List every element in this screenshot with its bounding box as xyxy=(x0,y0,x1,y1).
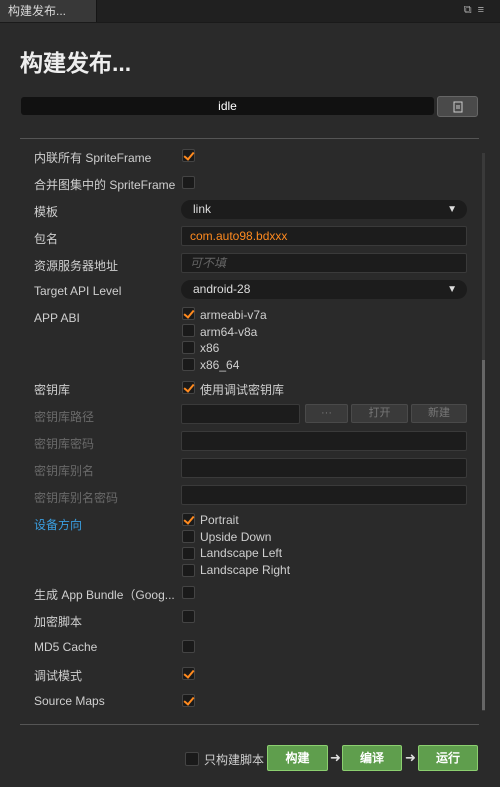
use-debug-keystore-label: 使用调试密钥库 xyxy=(200,383,285,397)
divider-top xyxy=(20,138,479,139)
debug-mode-label: 调试模式 xyxy=(34,669,83,683)
app-bundle-checkbox[interactable] xyxy=(182,586,195,599)
resource-server-label: 资源服务器地址 xyxy=(34,259,119,273)
keystore-alias-password-input[interactable] xyxy=(181,485,467,505)
source-maps-label: Source Maps xyxy=(34,694,105,708)
restore-icon[interactable]: ⧉ xyxy=(464,4,478,16)
source-maps-checkbox[interactable] xyxy=(182,694,195,707)
document-icon xyxy=(453,101,462,112)
build-button[interactable]: 构建 xyxy=(267,745,328,771)
page-title: 构建发布... xyxy=(20,50,132,76)
dropdown-arrow-icon: ▼ xyxy=(447,284,457,295)
orientation-landscape-right-checkbox[interactable] xyxy=(182,564,195,577)
keystore-label: 密钥库 xyxy=(34,383,71,397)
abi-x86-64-checkbox[interactable] xyxy=(182,358,195,371)
keystore-browse-button[interactable]: ··· xyxy=(305,404,348,423)
orientation-landscape-left-label: Landscape Left xyxy=(200,546,283,560)
abi-arm64-v8a-checkbox[interactable] xyxy=(182,324,195,337)
open-build-folder-button[interactable] xyxy=(437,96,478,117)
md5-cache-label: MD5 Cache xyxy=(34,640,98,654)
menu-icon[interactable]: ≡ xyxy=(478,4,490,16)
keystore-alias-password-label: 密钥库别名密码 xyxy=(34,491,119,505)
compile-button[interactable]: 编译 xyxy=(342,745,402,771)
inline-spriteframe-label: 内联所有 SpriteFrame xyxy=(34,151,152,165)
abi-x86-checkbox[interactable] xyxy=(182,341,195,354)
keystore-path-label: 密钥库路径 xyxy=(34,410,95,424)
keystore-path-input[interactable] xyxy=(181,404,300,424)
dropdown-arrow-icon: ▼ xyxy=(447,204,457,215)
panel-window-icons: ⧉≡ xyxy=(464,4,490,17)
abi-x86-label: x86 xyxy=(200,341,220,355)
run-button[interactable]: 运行 xyxy=(418,745,478,771)
divider-bottom xyxy=(20,724,479,725)
target-api-select[interactable]: android-28 ▼ xyxy=(181,280,467,299)
template-value: link xyxy=(193,202,212,216)
orientation-portrait-checkbox[interactable] xyxy=(182,513,195,526)
panel-tab-bar: 构建发布... ⧉≡ xyxy=(0,0,500,23)
app-bundle-label: 生成 App Bundle（Goog... xyxy=(34,588,175,602)
orientation-landscape-right-label: Landscape Right xyxy=(200,563,291,577)
orientation-label: 设备方向 xyxy=(34,518,83,532)
build-script-only-label: 只构建脚本 xyxy=(204,753,265,767)
scrollbar-thumb[interactable] xyxy=(482,360,485,710)
merge-atlas-label: 合并图集中的 SpriteFrame xyxy=(34,178,176,192)
merge-atlas-checkbox[interactable] xyxy=(182,176,195,189)
app-abi-label: APP ABI xyxy=(34,311,80,325)
package-name-label: 包名 xyxy=(34,232,59,246)
md5-cache-checkbox[interactable] xyxy=(182,640,195,653)
orientation-upside-down-label: Upside Down xyxy=(200,530,272,544)
encrypt-js-label: 加密脚本 xyxy=(34,615,83,629)
abi-arm64-v8a-label: arm64-v8a xyxy=(200,325,258,339)
build-status-bar: idle xyxy=(21,97,434,115)
resource-server-input[interactable]: 可不填 xyxy=(181,253,467,273)
abi-x86-64-label: x86_64 xyxy=(200,358,240,372)
target-api-value: android-28 xyxy=(193,282,251,296)
debug-mode-checkbox[interactable] xyxy=(182,667,195,680)
abi-armeabi-v7a-label: armeabi-v7a xyxy=(200,308,267,322)
orientation-upside-down-checkbox[interactable] xyxy=(182,530,195,543)
keystore-password-input[interactable] xyxy=(181,431,467,451)
keystore-open-button[interactable]: 打开 xyxy=(351,404,408,423)
build-script-only-checkbox[interactable] xyxy=(185,752,199,766)
orientation-portrait-label: Portrait xyxy=(200,513,239,527)
encrypt-js-checkbox[interactable] xyxy=(182,610,195,623)
orientation-landscape-left-checkbox[interactable] xyxy=(182,547,195,560)
inline-spriteframe-checkbox[interactable] xyxy=(182,149,195,162)
tab-build-publish[interactable]: 构建发布... xyxy=(0,0,97,22)
template-label: 模板 xyxy=(34,205,59,219)
abi-armeabi-v7a-checkbox[interactable] xyxy=(182,307,195,320)
template-select[interactable]: link ▼ xyxy=(181,200,467,219)
arrow-right-icon: ➜ xyxy=(330,750,341,765)
target-api-label: Target API Level xyxy=(34,284,122,298)
keystore-password-label: 密钥库密码 xyxy=(34,437,95,451)
keystore-alias-input[interactable] xyxy=(181,458,467,478)
keystore-alias-label: 密钥库别名 xyxy=(34,464,95,478)
keystore-new-button[interactable]: 新建 xyxy=(411,404,467,423)
arrow-right-icon: ➜ xyxy=(405,750,416,765)
package-name-input[interactable]: com.auto98.bdxxx xyxy=(181,226,467,246)
use-debug-keystore-checkbox[interactable] xyxy=(182,381,195,394)
